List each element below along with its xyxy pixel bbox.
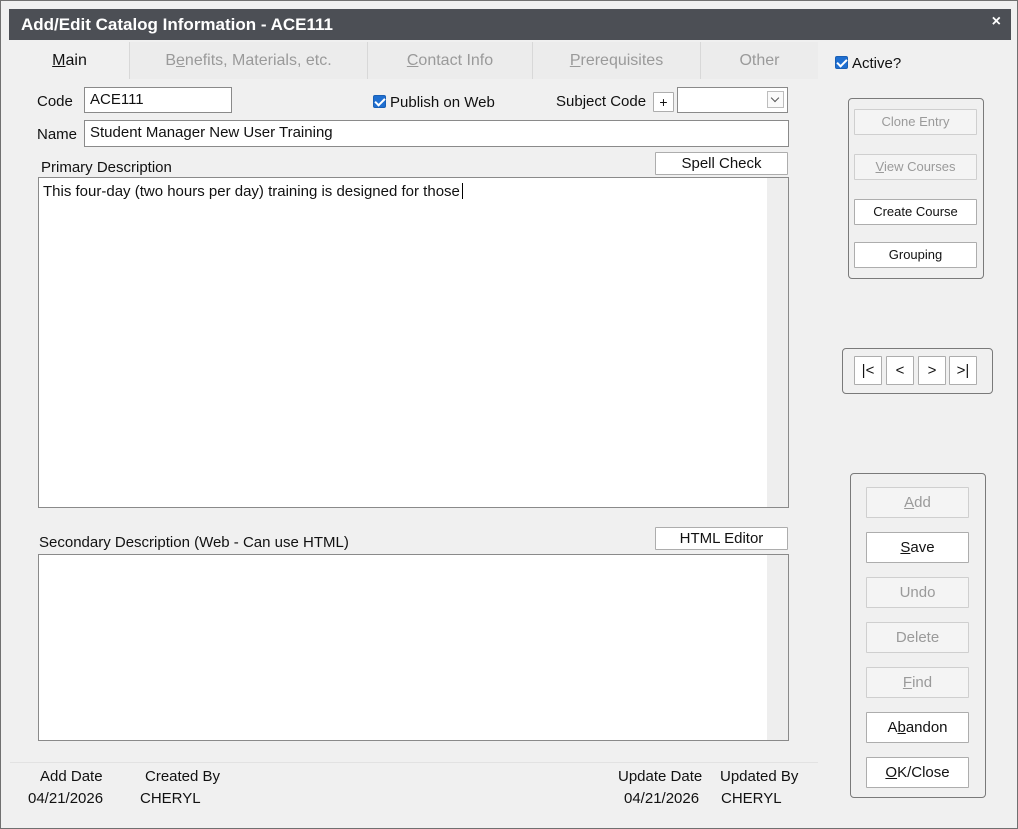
secondary-description-textarea[interactable] [38,554,789,741]
next-record-button[interactable]: > [918,356,946,385]
catalog-dialog: Add/Edit Catalog Information - ACE111 × … [0,0,1018,829]
ok-close-button[interactable]: OK/Close [866,757,969,788]
subject-code-label: Subject Code [556,93,647,110]
record-navigation-group: |< < > >| [842,348,993,394]
secondary-description-label: Secondary Description (Web - Can use HTM… [39,534,349,551]
text-caret [461,183,463,199]
add-date-label: Add Date [40,768,103,785]
chevron-down-icon[interactable] [767,91,784,108]
last-record-button[interactable]: >| [949,356,977,385]
add-button[interactable]: Add [866,487,969,518]
find-button[interactable]: Find [866,667,969,698]
tab-contact-info[interactable]: Contact Info [368,42,533,79]
save-button[interactable]: Save [866,532,969,563]
updated-by-value: CHERYL [721,790,782,807]
html-editor-button[interactable]: HTML Editor [655,527,788,550]
code-field[interactable]: ACE111 [84,87,232,113]
previous-record-button[interactable]: < [886,356,914,385]
create-course-button[interactable]: Create Course [854,199,977,225]
add-date-value: 04/21/2026 [28,790,104,807]
secondary-description-scrollbar[interactable] [767,555,788,740]
entry-actions-group: Clone Entry View Courses Create Course G… [848,98,984,279]
tab-prerequisites[interactable]: Prerequisites [533,42,701,79]
primary-description-scrollbar[interactable] [767,178,788,507]
tab-main[interactable]: Main [10,42,130,79]
active-label: Active? [852,55,902,72]
created-by-label: Created By [145,768,221,785]
updated-by-label: Updated By [720,768,799,785]
primary-description-textarea[interactable]: This four-day (two hours per day) traini… [38,177,789,508]
primary-description-text: This four-day (two hours per day) traini… [43,183,460,200]
update-date-label: Update Date [618,768,703,785]
publish-on-web-checkbox[interactable] [373,95,386,108]
active-checkbox[interactable] [835,56,848,69]
name-field[interactable]: Student Manager New User Training [84,120,789,147]
first-record-button[interactable]: |< [854,356,882,385]
tab-benefits-materials[interactable]: Benefits, Materials, etc. [130,42,368,79]
view-courses-button[interactable]: View Courses [854,154,977,180]
footer-divider [10,762,818,763]
delete-button[interactable]: Delete [866,622,969,653]
grouping-button[interactable]: Grouping [854,242,977,268]
publish-on-web-label: Publish on Web [390,94,495,111]
name-label: Name [37,126,78,143]
clone-entry-button[interactable]: Clone Entry [854,109,977,135]
add-subject-code-button[interactable]: + [653,92,674,112]
subject-code-select[interactable] [677,87,788,113]
window-title: Add/Edit Catalog Information - ACE111 [21,15,334,34]
update-date-value: 04/21/2026 [624,790,700,807]
record-actions-group: Add Save Undo Delete Find Abandon OK/Clo… [850,473,986,798]
created-by-value: CHERYL [140,790,201,807]
close-icon[interactable]: × [992,13,1001,31]
abandon-button[interactable]: Abandon [866,712,969,743]
tab-strip: Main Benefits, Materials, etc. Contact I… [10,42,818,79]
primary-description-label: Primary Description [41,159,172,176]
title-bar[interactable]: Add/Edit Catalog Information - ACE111 × [9,9,1011,40]
code-label: Code [37,93,73,110]
undo-button[interactable]: Undo [866,577,969,608]
spell-check-button[interactable]: Spell Check [655,152,788,175]
tab-other[interactable]: Other [701,42,818,79]
